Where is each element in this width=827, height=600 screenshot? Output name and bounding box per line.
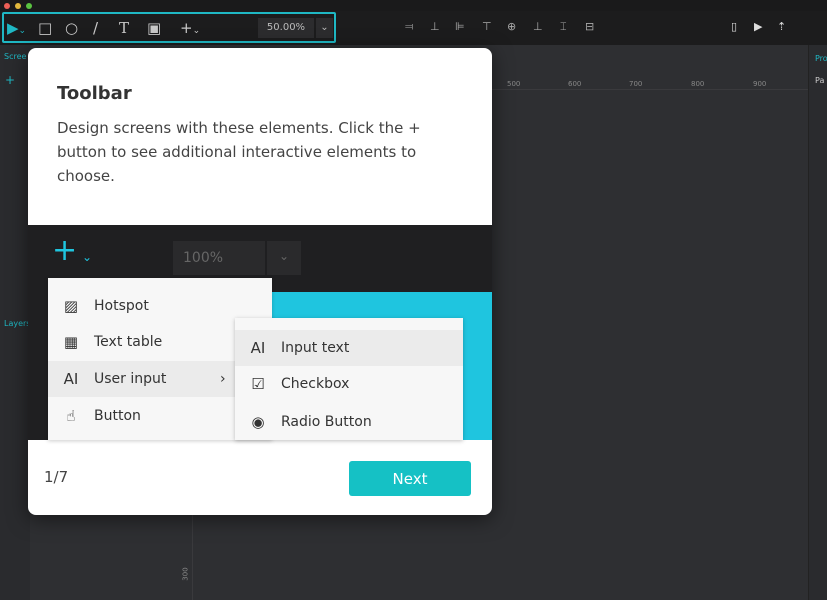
submenu-item-input-text: AI Input text — [235, 330, 463, 366]
device-preview-icon[interactable]: ▯ — [731, 20, 737, 33]
left-panel: Scree + Layers — [0, 45, 30, 600]
submenu-item-radio-button: ◉ Radio Button — [235, 404, 463, 440]
input-text-icon: AI — [250, 339, 266, 357]
ruler-tick: 300 — [181, 567, 190, 581]
add-screen-icon[interactable]: + — [5, 73, 15, 87]
share-upload-icon[interactable]: ⇡ — [777, 20, 786, 33]
input-icon: AI — [63, 370, 79, 388]
select-tool-icon[interactable]: ▶⌄ — [7, 17, 26, 42]
distribute-vertical-icon[interactable]: ⌶ — [560, 20, 567, 34]
preview-background — [28, 292, 48, 440]
zoom-dropdown-chevron-icon[interactable]: ⌄ — [316, 18, 333, 38]
ruler-tick: 800 — [691, 80, 705, 88]
align-right-icon[interactable]: ⫤ — [405, 20, 413, 34]
submenu-item-checkbox: ☑ Checkbox — [235, 366, 463, 402]
ruler-tick: 900 — [753, 80, 767, 88]
rectangle-tool-icon[interactable]: □ — [38, 17, 52, 39]
align-center-horizontal-icon[interactable]: ⊥ — [430, 20, 440, 33]
maximize-window-button[interactable] — [26, 3, 32, 9]
modal-title: Toolbar — [57, 83, 132, 104]
minimize-window-button[interactable] — [15, 3, 21, 9]
align-left-icon[interactable]: ⊫ — [455, 20, 465, 33]
chevron-down-icon: ⌄ — [82, 250, 93, 264]
align-middle-icon[interactable]: ⊕ — [507, 20, 516, 33]
plus-icon: + — [52, 233, 78, 268]
tab-layers[interactable]: Layers — [4, 319, 30, 328]
align-top-icon[interactable]: ⊤ — [482, 20, 492, 33]
ruler-tick: 500 — [507, 80, 521, 88]
align-bottom-icon[interactable]: ⊥ — [533, 20, 543, 33]
close-window-button[interactable] — [4, 3, 10, 9]
text-tool-icon[interactable]: T — [119, 17, 129, 39]
table-icon: ▦ — [63, 333, 79, 351]
tab-screens[interactable]: Scree — [4, 52, 26, 61]
horizontal-ruler: 500 600 700 800 900 — [492, 72, 808, 90]
chevron-down-icon: ⌄ — [267, 241, 301, 275]
ruler-tick: 700 — [629, 80, 643, 88]
radio-button-icon: ◉ — [251, 413, 265, 431]
vertical-ruler: 300 — [175, 515, 193, 600]
onboarding-modal: Toolbar Design screens with these elemen… — [28, 48, 492, 515]
checkbox-icon: ☑ — [251, 375, 265, 393]
hotspot-icon: ▨ — [63, 297, 79, 315]
ellipse-tool-icon[interactable]: ○ — [65, 17, 78, 39]
image-tool-icon[interactable]: ▣ — [147, 17, 161, 39]
title-bar — [0, 0, 827, 11]
right-panel: Pro Pa — [808, 45, 827, 600]
user-input-submenu: AI Input text ☑ Checkbox ◉ Radio Button — [235, 318, 463, 440]
ruler-tick: 600 — [568, 80, 582, 88]
tab-properties[interactable]: Pro — [815, 54, 827, 63]
chevron-right-icon: › — [220, 371, 226, 387]
step-counter: 1/7 — [44, 468, 69, 486]
zoom-input[interactable]: 50.00% — [258, 18, 314, 38]
play-icon[interactable]: ▶ — [754, 20, 762, 33]
preview-zoom: 100% — [173, 241, 265, 275]
next-button[interactable]: Next — [349, 461, 471, 496]
plus-tool-icon[interactable]: +⌄ — [180, 17, 200, 42]
button-icon: ☝ — [66, 407, 76, 425]
properties-item: Pa — [815, 76, 825, 85]
modal-description: Design screens with these elements. Clic… — [57, 119, 421, 185]
distribute-horizontal-icon[interactable]: ⊟ — [585, 20, 594, 33]
line-tool-icon[interactable]: / — [93, 17, 98, 39]
